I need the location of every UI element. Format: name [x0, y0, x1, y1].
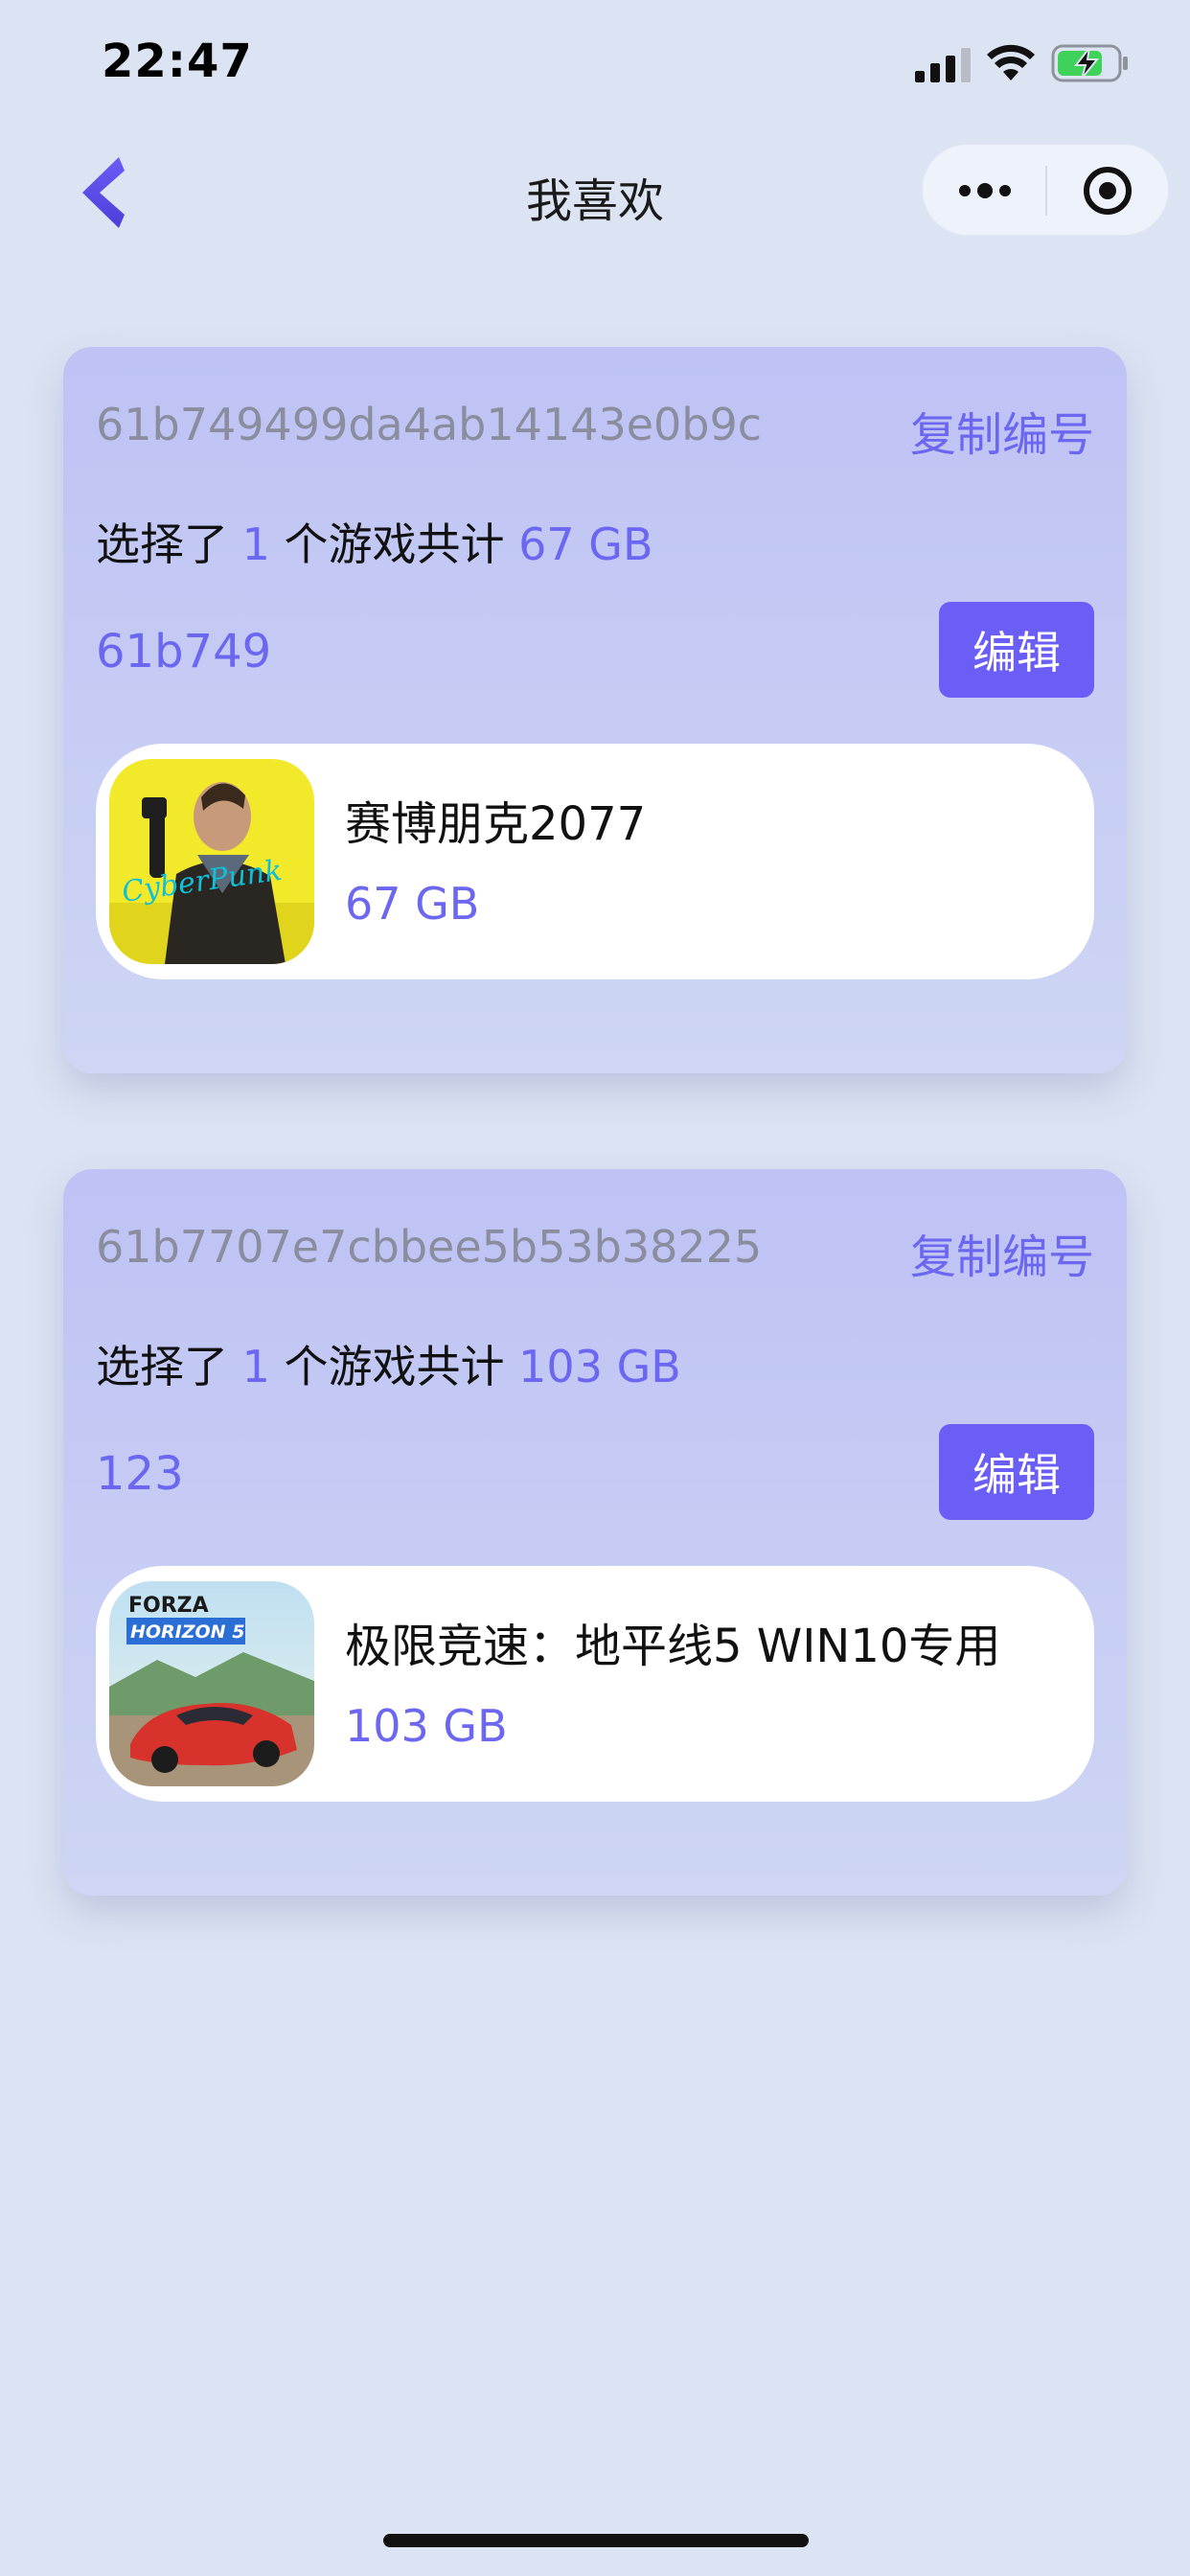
list-name: 123 [96, 1447, 184, 1501]
game-title: 赛博朋克2077 [345, 797, 647, 851]
copy-id-button[interactable]: 复制编号 [910, 397, 1094, 464]
summary-middle: 个游戏共计 [284, 1341, 505, 1392]
summary-middle: 个游戏共计 [284, 518, 505, 570]
screen: 22:47 我喜欢 61b749499da4ab14143e0b9c 复制编号 … [0, 0, 1190, 2576]
svg-text:HORIZON 5: HORIZON 5 [130, 1622, 244, 1643]
game-cover-image: CyberPunk [109, 759, 314, 964]
list-id: 61b7707e7cbbee5b53b38225 [96, 1221, 763, 1273]
list-name: 61b749 [96, 625, 272, 678]
favorite-list-card: 61b749499da4ab14143e0b9c 复制编号 选择了 1 个游戏共… [63, 347, 1127, 1073]
summary-prefix: 选择了 [96, 1341, 228, 1392]
status-time: 22:47 [102, 34, 253, 88]
game-size: 67 GB [345, 878, 480, 930]
game-count: 1 [241, 1341, 270, 1392]
game-title: 极限竞速：地平线5 WIN10专用 [345, 1620, 1001, 1673]
battery-charging-icon [1051, 44, 1128, 82]
selection-summary: 选择了 1 个游戏共计 67 GB [96, 510, 653, 573]
summary-prefix: 选择了 [96, 518, 228, 570]
total-size: 67 GB [518, 518, 653, 570]
game-count: 1 [241, 518, 270, 570]
game-item[interactable]: CyberPunk 赛博朋克2077 67 GB [96, 744, 1094, 979]
edit-button[interactable]: 编辑 [939, 602, 1094, 698]
nav-bar: 我喜欢 [0, 134, 1190, 249]
home-indicator [383, 2534, 809, 2547]
game-cover-image: FORZA HORIZON 5 [109, 1581, 314, 1786]
copy-id-button[interactable]: 复制编号 [910, 1219, 1094, 1286]
more-icon[interactable] [944, 162, 1026, 219]
mini-program-capsule [922, 144, 1169, 236]
capsule-divider [1045, 166, 1047, 216]
status-bar: 22:47 [0, 0, 1190, 125]
close-target-icon[interactable] [1064, 162, 1151, 219]
game-size: 103 GB [345, 1700, 508, 1752]
selection-summary: 选择了 1 个游戏共计 103 GB [96, 1332, 681, 1395]
svg-text:FORZA: FORZA [128, 1594, 209, 1618]
edit-button[interactable]: 编辑 [939, 1424, 1094, 1520]
wifi-icon [987, 44, 1035, 80]
list-id: 61b749499da4ab14143e0b9c [96, 399, 763, 450]
game-item[interactable]: FORZA HORIZON 5 极限竞速：地平线5 WIN10专用 103 GB [96, 1566, 1094, 1802]
total-size: 103 GB [518, 1341, 681, 1392]
cellular-signal-icon [915, 48, 971, 82]
favorite-list-card: 61b7707e7cbbee5b53b38225 复制编号 选择了 1 个游戏共… [63, 1169, 1127, 1896]
